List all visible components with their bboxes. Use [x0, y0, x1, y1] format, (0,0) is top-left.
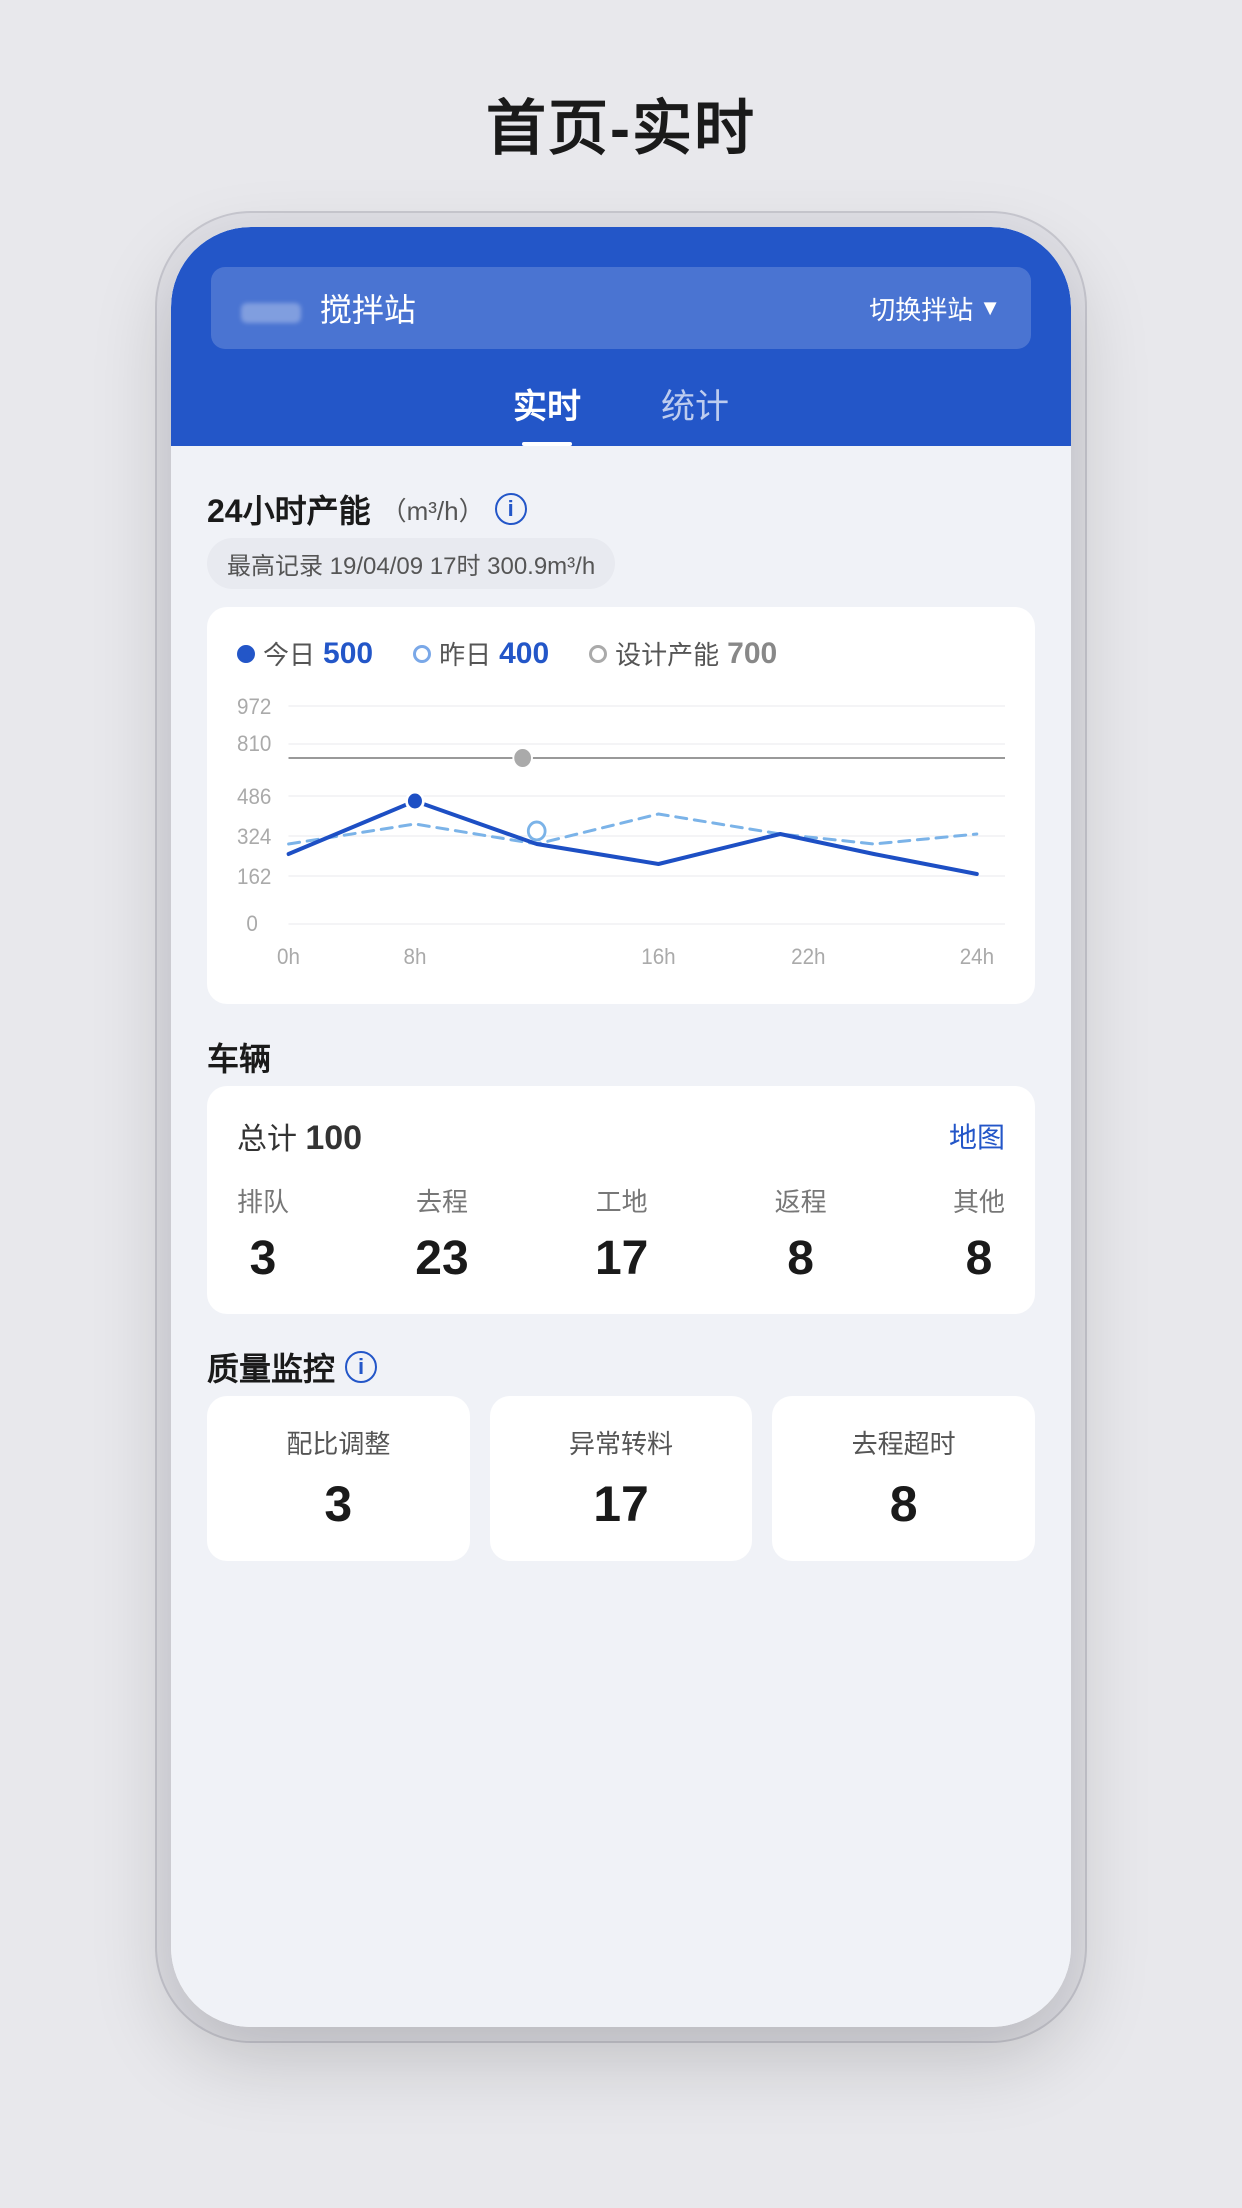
tab-stats[interactable]: 统计	[661, 379, 729, 446]
svg-text:0: 0	[246, 911, 258, 936]
svg-text:16h: 16h	[641, 944, 675, 969]
svg-text:8h: 8h	[403, 944, 426, 969]
capacity-section-title: 24小时产能 （m³/h） i	[207, 486, 1035, 532]
chevron-down-icon: ▼	[979, 295, 1001, 321]
phone-mockup: 搅拌站 切换拌站 ▼ 实时 统计 24小时产能 （m³/h） i	[171, 227, 1071, 2027]
quality-section: 质量监控 i 配比调整 3 异常转料 17 去程超时 8	[207, 1344, 1035, 1561]
svg-text:972: 972	[237, 696, 271, 719]
vehicle-section-title: 车辆	[207, 1034, 1035, 1080]
svg-text:810: 810	[237, 731, 272, 756]
legend-dot-yesterday	[413, 645, 431, 663]
phone-content: 24小时产能 （m³/h） i 最高记录 19/04/09 17时 300.9m…	[171, 446, 1071, 2027]
vehicle-stats: 排队 3 去程 23 工地 17 返程 8	[237, 1182, 1005, 1286]
quality-card-ratio: 配比调整 3	[207, 1396, 470, 1561]
phone-header: 搅拌站 切换拌站 ▼ 实时 统计	[171, 227, 1071, 446]
svg-text:162: 162	[237, 864, 271, 889]
quality-section-title: 质量监控 i	[207, 1344, 1035, 1390]
legend-dot-today	[237, 645, 255, 663]
switch-station-button[interactable]: 切换拌站 ▼	[869, 290, 1001, 327]
chart-svg: 972 810 486 324 162 0	[237, 696, 1005, 976]
legend-design: 设计产能 700	[589, 635, 777, 672]
legend-today: 今日 500	[237, 635, 373, 672]
quality-card-abnormal: 异常转料 17	[490, 1396, 753, 1561]
station-bar[interactable]: 搅拌站 切换拌站 ▼	[211, 267, 1031, 349]
vehicle-stat-return: 返程 8	[775, 1182, 827, 1286]
svg-text:22h: 22h	[791, 944, 825, 969]
svg-text:24h: 24h	[960, 944, 994, 969]
svg-text:324: 324	[237, 824, 272, 849]
quality-info-icon[interactable]: i	[345, 1351, 377, 1383]
quality-cards: 配比调整 3 异常转料 17 去程超时 8	[207, 1396, 1035, 1561]
vehicle-stat-site: 工地 17	[595, 1182, 648, 1286]
capacity-info-icon[interactable]: i	[495, 493, 527, 525]
quality-card-timeout: 去程超时 8	[772, 1396, 1035, 1561]
capacity-record: 最高记录 19/04/09 17时 300.9m³/h	[207, 538, 615, 589]
vehicle-stat-queue: 排队 3	[237, 1182, 289, 1286]
capacity-legend: 今日 500 昨日 400 设计产能 700	[237, 635, 1005, 672]
svg-text:0h: 0h	[277, 944, 300, 969]
legend-yesterday: 昨日 400	[413, 635, 549, 672]
svg-text:486: 486	[237, 784, 271, 809]
station-name: 搅拌站	[241, 285, 416, 331]
vehicle-card: 总计 100 地图 排队 3 去程 23 工地	[207, 1086, 1035, 1314]
capacity-chart: 972 810 486 324 162 0	[237, 696, 1005, 976]
station-blur	[241, 303, 301, 323]
tab-realtime[interactable]: 实时	[513, 379, 581, 446]
page-title: 首页-实时	[486, 80, 756, 167]
vehicle-header: 总计 100 地图	[237, 1114, 1005, 1158]
map-link[interactable]: 地图	[949, 1116, 1005, 1156]
vehicle-total: 总计 100	[237, 1114, 362, 1158]
vehicle-stat-outbound: 去程 23	[415, 1182, 468, 1286]
legend-dot-design	[589, 645, 607, 663]
capacity-card: 今日 500 昨日 400 设计产能 700	[207, 607, 1035, 1004]
vehicle-stat-other: 其他 8	[953, 1182, 1005, 1286]
tab-bar: 实时 统计	[211, 379, 1031, 446]
capacity-section: 24小时产能 （m³/h） i 最高记录 19/04/09 17时 300.9m…	[207, 486, 1035, 1004]
vehicle-section: 车辆 总计 100 地图 排队 3 去程 2	[207, 1034, 1035, 1314]
